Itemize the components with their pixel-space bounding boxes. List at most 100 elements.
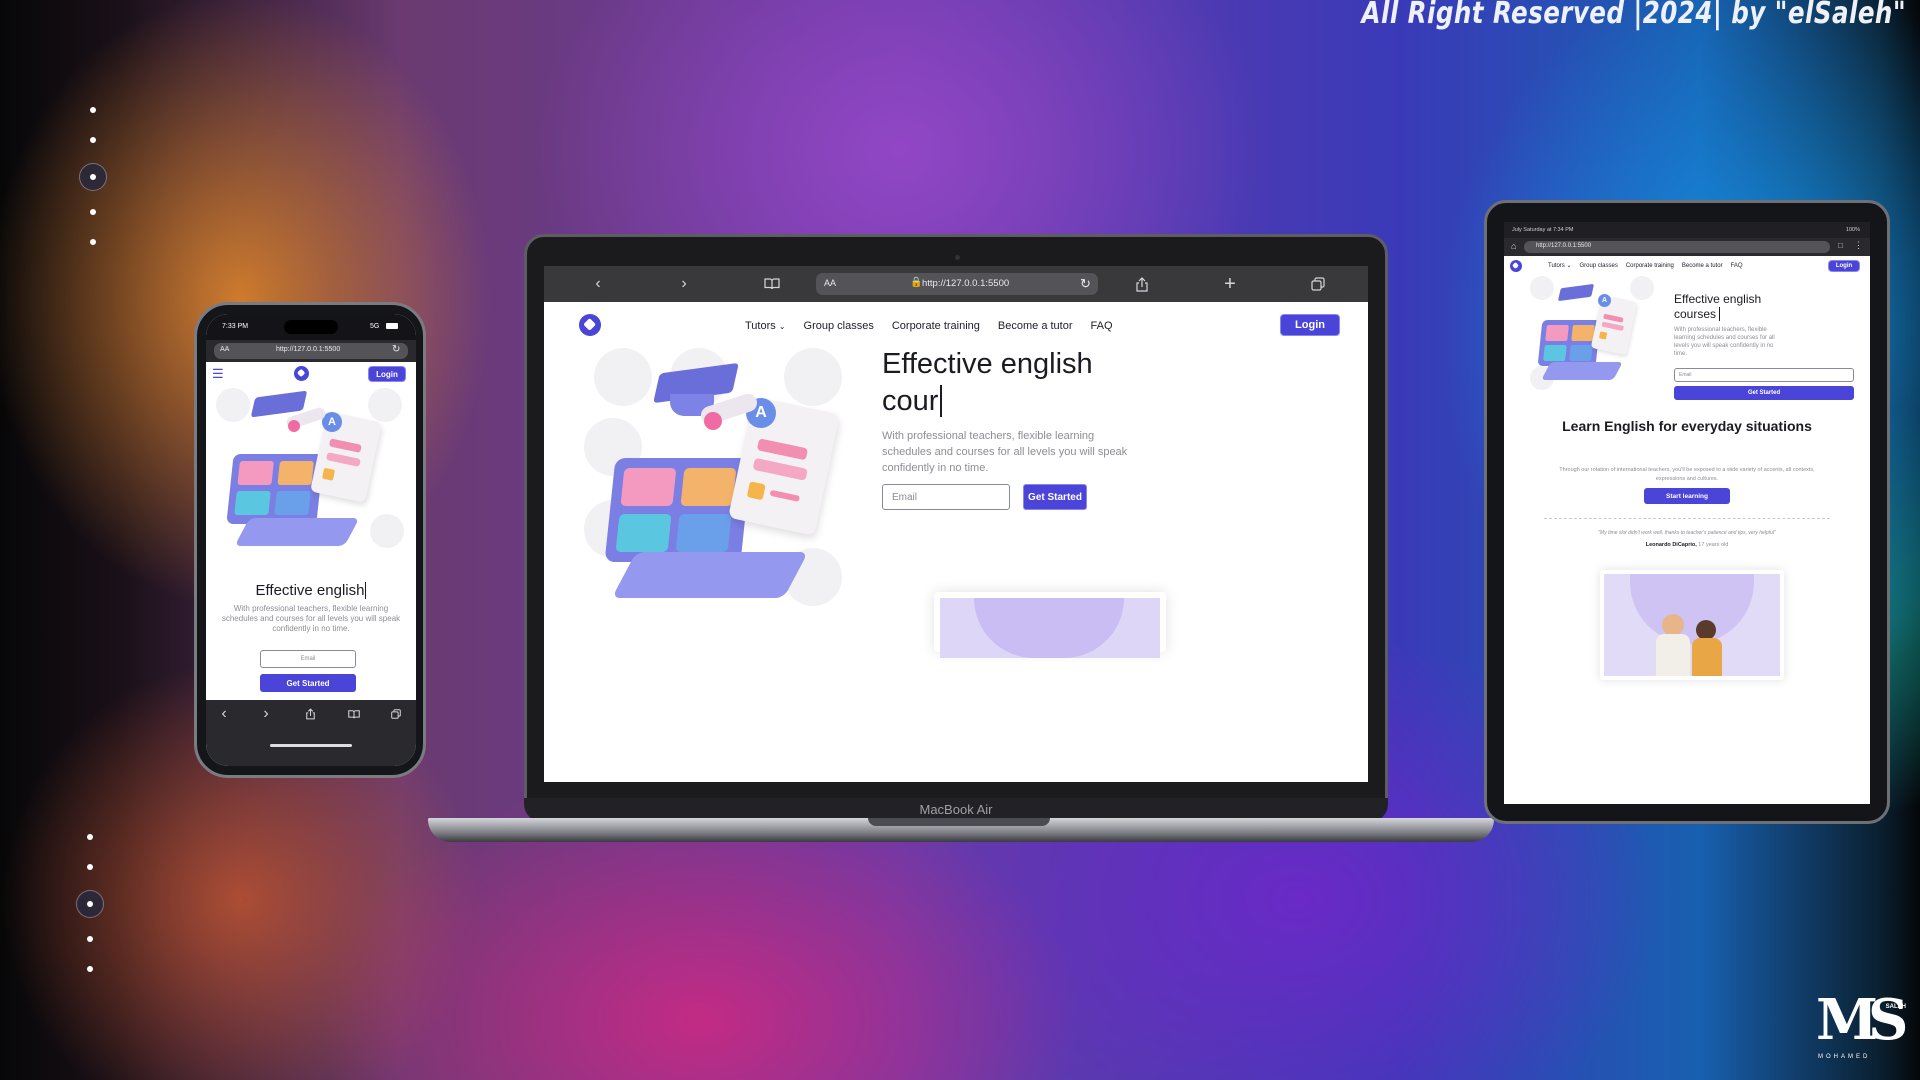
nav-faq[interactable]: FAQ: [1731, 263, 1743, 269]
nav-group-classes[interactable]: Group classes: [1579, 263, 1617, 269]
feature-card: [1600, 570, 1784, 680]
get-started-button[interactable]: Get Started: [1023, 484, 1087, 510]
dot[interactable]: [90, 137, 96, 143]
email-input[interactable]: Email: [260, 650, 356, 668]
phone-status-bar: 7:33 PM 5G: [206, 314, 416, 340]
status-time: 7:33 PM: [222, 323, 249, 330]
camera-icon: [955, 255, 960, 260]
browser-toolbar: ‹ › AA 🔒 http://127.0.0.1:5500 ↻ +: [544, 266, 1368, 302]
text-cursor: [1719, 307, 1721, 321]
site-logo[interactable]: [579, 314, 601, 336]
forward-icon[interactable]: ›: [258, 705, 274, 722]
get-started-button[interactable]: Get Started: [1674, 386, 1854, 400]
document-illustration: [728, 396, 840, 536]
ms-logo-sub-top: SALEH: [1885, 1004, 1906, 1010]
hero-title: Effective english courses: [1674, 292, 1761, 322]
reload-icon[interactable]: ↻: [1080, 276, 1091, 292]
nav-group-classes[interactable]: Group classes: [804, 320, 874, 332]
reader-aa-button[interactable]: AA: [824, 278, 836, 288]
share-icon[interactable]: [302, 706, 318, 722]
login-button[interactable]: Login: [368, 366, 406, 382]
nav-become-tutor[interactable]: Become a tutor: [1682, 263, 1723, 269]
nav-tutors-label: Tutors: [745, 320, 776, 332]
url-text[interactable]: http://127.0.0.1:5500: [1536, 243, 1591, 249]
chevron-down-icon: ⌄: [1566, 263, 1572, 269]
laptop-hinge: [868, 818, 1050, 826]
home-icon[interactable]: ⌂: [1511, 241, 1516, 251]
url-text[interactable]: http://127.0.0.1:5500: [276, 346, 340, 353]
dot[interactable]: [87, 834, 93, 840]
hero-title: Effective english cour: [882, 346, 1093, 420]
tabs-icon[interactable]: [388, 706, 404, 722]
get-started-button[interactable]: Get Started: [260, 674, 356, 692]
dot-active[interactable]: [79, 163, 107, 191]
laptop-screen: ‹ › AA 🔒 http://127.0.0.1:5500 ↻ + Tutor…: [544, 266, 1368, 782]
site-nav: Tutors ⌄ Group classes Corporate trainin…: [736, 318, 1122, 334]
phone-screen: 7:33 PM 5G AA http://127.0.0.1:5500 ↻ ☰ …: [206, 314, 416, 766]
nav-tutors[interactable]: Tutors ⌄: [1548, 262, 1571, 269]
url-text[interactable]: http://127.0.0.1:5500: [922, 278, 1009, 289]
share-icon[interactable]: [1132, 274, 1152, 294]
hamburger-menu-icon[interactable]: ☰: [212, 366, 224, 382]
reader-aa-button[interactable]: AA: [220, 346, 229, 353]
ms-logo: MS SALEH MOHAMED: [1816, 987, 1908, 1070]
section-title: Learn English for everyday situations: [1562, 418, 1812, 434]
dot-active[interactable]: [76, 890, 104, 918]
hero-description: With professional teachers, flexible lea…: [221, 604, 401, 633]
tablet-screen: July Saturday at 7:34 PM 100% ⌂ http://1…: [1504, 222, 1870, 804]
dot[interactable]: [87, 966, 93, 972]
hero-illustration: A: [214, 386, 410, 564]
graduation-cap-icon: [1557, 283, 1595, 302]
status-battery: 100%: [1845, 227, 1860, 233]
site-logo[interactable]: [294, 366, 309, 381]
bookmarks-icon[interactable]: [346, 706, 362, 722]
dot[interactable]: [87, 936, 93, 942]
hero-description: With professional teachers, flexible lea…: [882, 430, 1128, 474]
email-input[interactable]: Email: [882, 484, 1010, 510]
testimonial-quote: "My time slot didn't work well, thanks t…: [1598, 530, 1776, 536]
tabs-icon[interactable]: □: [1838, 241, 1843, 250]
grade-a-badge: A: [1598, 294, 1611, 307]
login-button[interactable]: Login: [1280, 314, 1340, 336]
reload-icon[interactable]: ↻: [392, 344, 400, 355]
home-indicator: [270, 744, 352, 747]
text-cursor: [940, 385, 943, 417]
nav-tutors-label: Tutors: [1548, 263, 1565, 269]
ms-logo-mark: MS: [1816, 987, 1908, 1053]
email-input[interactable]: Email: [1674, 368, 1854, 382]
back-icon[interactable]: ‹: [588, 274, 608, 294]
nav-corporate-training[interactable]: Corporate training: [1626, 263, 1674, 269]
forward-icon[interactable]: ›: [674, 274, 694, 294]
hero-title-line2: cour: [882, 385, 939, 417]
dynamic-island: [284, 320, 338, 334]
site-nav: Tutors ⌄ Group classes Corporate trainin…: [1544, 262, 1747, 270]
more-icon[interactable]: ⋮: [1854, 240, 1863, 251]
dot[interactable]: [90, 107, 96, 113]
tabs-icon[interactable]: [1308, 274, 1328, 294]
back-icon[interactable]: ‹: [216, 705, 232, 722]
address-bar[interactable]: AA 🔒 http://127.0.0.1:5500 ↻: [816, 273, 1098, 295]
dot[interactable]: [87, 864, 93, 870]
testimonial-author: Leonardo DiCaprio, 17 years old: [1544, 542, 1830, 548]
hero-illustration: A: [584, 348, 854, 618]
tablet-browser-bar: ⌂ http://127.0.0.1:5500 □ ⋮: [1504, 238, 1870, 256]
feature-card: [934, 592, 1166, 658]
status-datetime: July Saturday at 7:34 PM: [1512, 227, 1574, 233]
site-logo[interactable]: [1510, 260, 1522, 272]
nav-faq[interactable]: FAQ: [1091, 320, 1113, 332]
bookmarks-icon[interactable]: [762, 274, 782, 294]
nav-corporate-training[interactable]: Corporate training: [892, 320, 980, 332]
dot[interactable]: [90, 209, 96, 215]
phone-address-bar[interactable]: AA http://127.0.0.1:5500 ↻: [214, 343, 408, 359]
login-button[interactable]: Login: [1828, 260, 1860, 272]
hero-description: With professional teachers, flexible lea…: [1674, 327, 1775, 357]
nav-become-tutor[interactable]: Become a tutor: [998, 320, 1073, 332]
nav-tutors[interactable]: Tutors ⌄: [745, 320, 786, 332]
tablet-address-bar[interactable]: http://127.0.0.1:5500: [1524, 241, 1830, 253]
lock-icon: 🔒: [910, 277, 923, 288]
hero-title-line1: Effective english: [1674, 292, 1762, 306]
new-tab-icon[interactable]: +: [1220, 273, 1240, 295]
student-illustration: [1696, 620, 1716, 640]
start-learning-button[interactable]: Start learning: [1644, 488, 1730, 504]
dot[interactable]: [90, 239, 96, 245]
